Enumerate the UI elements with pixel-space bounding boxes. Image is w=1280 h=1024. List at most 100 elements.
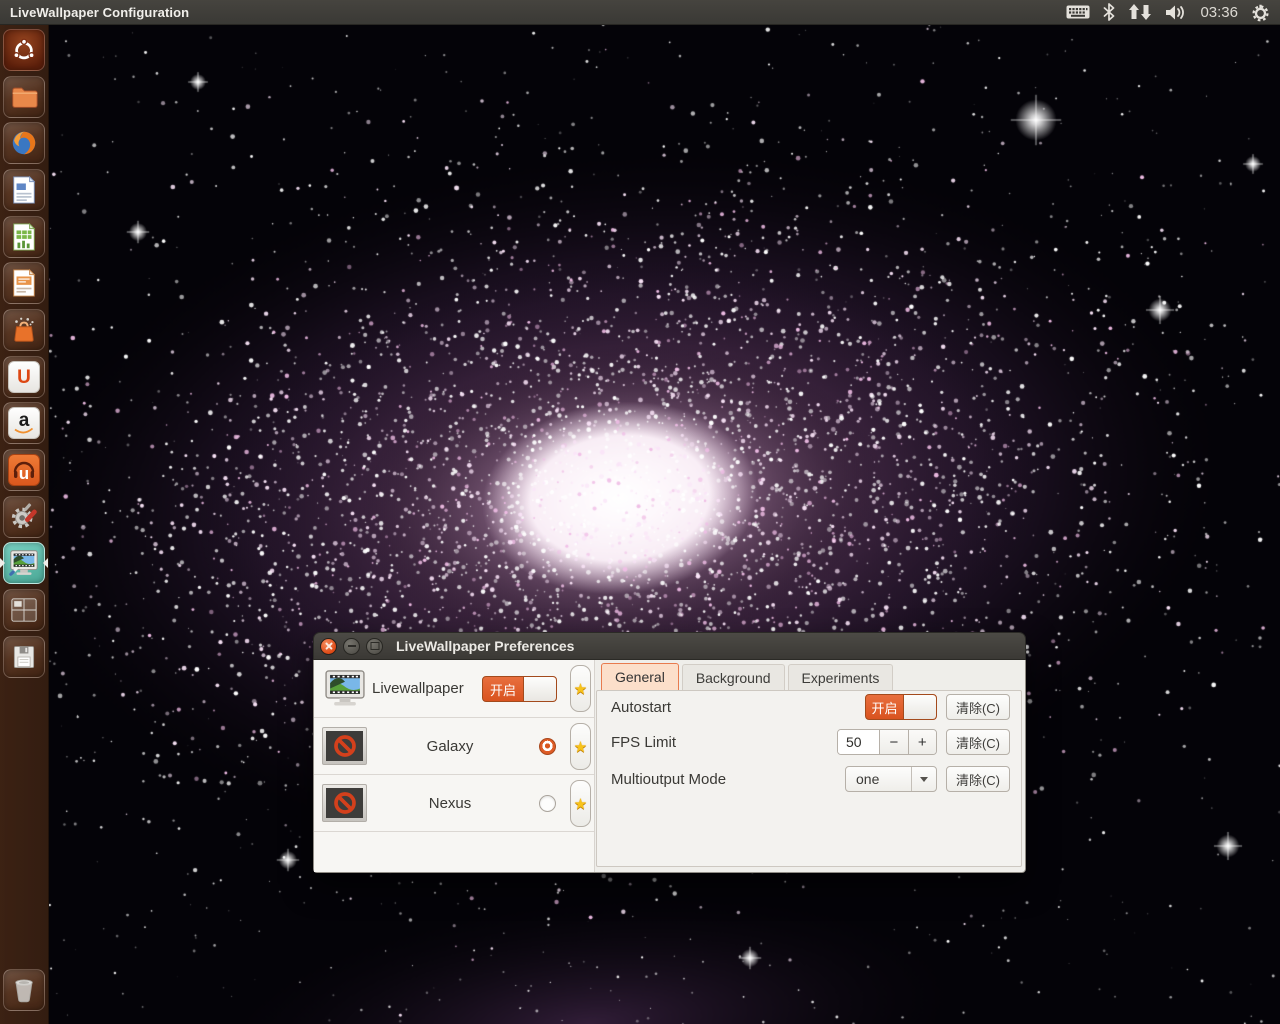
- running-indicator-arrow: [0, 558, 5, 568]
- gear-wrench-icon: [9, 502, 39, 532]
- trash-can-icon: [10, 975, 38, 1005]
- impress-presentation-icon: [10, 268, 38, 298]
- dialog-body: Livewallpaper 开启 ★ Galaxy: [313, 660, 1026, 873]
- window-title: LiveWallpaper Preferences: [396, 638, 574, 654]
- no-preview-icon: [332, 733, 358, 759]
- toggle-on-label: 开启: [866, 695, 903, 719]
- galaxy-favorite-button[interactable]: ★: [570, 723, 591, 770]
- fps-increment-button[interactable]: +: [908, 730, 936, 754]
- fps-spinbutton[interactable]: 50 − +: [837, 729, 937, 755]
- autostart-clear-button[interactable]: 清除(C): [946, 694, 1010, 720]
- ubuntu-logo-icon: [11, 37, 37, 63]
- minimize-button[interactable]: [343, 638, 360, 655]
- clock[interactable]: 03:36: [1200, 4, 1238, 21]
- ubuntu-one-glyph: U: [17, 368, 31, 387]
- writer-document-icon: [10, 175, 38, 205]
- tab-background[interactable]: Background: [682, 664, 785, 691]
- dropdown-arrow-segment: [911, 767, 936, 791]
- window-titlebar[interactable]: LiveWallpaper Preferences: [313, 632, 1026, 660]
- nexus-thumbnail: [322, 784, 367, 822]
- floppy-disk-icon: [10, 643, 38, 671]
- galaxy-wallpaper: [48, 24, 1280, 1024]
- toggle-knob: [523, 677, 556, 701]
- launcher-item-floppy-archive[interactable]: [3, 636, 45, 678]
- top-panel: LiveWallpaper Configuration 03:36: [0, 0, 1280, 25]
- plugin-label: Livewallpaper: [372, 660, 464, 717]
- bluetooth-icon[interactable]: [1103, 0, 1115, 24]
- no-preview-icon: [332, 790, 358, 816]
- launcher-item-system-settings[interactable]: [3, 496, 45, 538]
- galaxy-radio[interactable]: [539, 738, 556, 755]
- fps-value[interactable]: 50: [838, 730, 879, 754]
- star-icon: ★: [574, 680, 587, 698]
- plugin-enable-toggle[interactable]: 开启: [482, 676, 557, 702]
- settings-panel: General Background Experiments Autostart…: [594, 660, 1025, 872]
- autostart-label: Autostart: [611, 694, 671, 720]
- multioutput-row: Multioutput Mode one 清除(C): [597, 766, 1021, 792]
- launcher-item-firefox[interactable]: [3, 122, 45, 164]
- network-icon[interactable]: [1128, 0, 1152, 24]
- nexus-favorite-button[interactable]: ★: [570, 780, 591, 827]
- fps-decrement-button[interactable]: −: [879, 730, 907, 754]
- plugin-favorite-button[interactable]: ★: [570, 665, 591, 712]
- multioutput-value: one: [846, 771, 911, 787]
- tab-general[interactable]: General: [601, 663, 679, 691]
- plugin-row: Livewallpaper 开启 ★: [314, 660, 594, 718]
- livewallpaper-preferences-window: LiveWallpaper Preferences Livewallpaper …: [313, 632, 1026, 873]
- multioutput-clear-button[interactable]: 清除(C): [946, 766, 1010, 792]
- fps-limit-label: FPS Limit: [611, 729, 676, 755]
- headphones-icon: [11, 457, 37, 483]
- chevron-down-icon: [920, 777, 928, 782]
- folder-icon: [9, 82, 39, 112]
- star-icon: ★: [574, 795, 587, 813]
- launcher-item-amazon[interactable]: a: [3, 402, 45, 444]
- autostart-toggle[interactable]: 开启: [865, 694, 937, 720]
- launcher-item-trash[interactable]: [3, 969, 45, 1011]
- keyboard-icon[interactable]: [1066, 0, 1090, 24]
- indicator-tray: 03:36: [1066, 0, 1280, 24]
- fps-limit-row: FPS Limit 50 − + 清除(C): [597, 729, 1021, 755]
- desktop: LiveWallpaper Configuration 03:36: [0, 0, 1280, 1024]
- ubuntu-one-music-icon: u: [8, 454, 40, 486]
- wallpaper-label-nexus: Nexus: [370, 775, 530, 831]
- wallpaper-row-nexus[interactable]: Nexus ★: [314, 775, 594, 832]
- launcher-item-files[interactable]: [3, 76, 45, 118]
- launcher-item-libreoffice-calc[interactable]: [3, 216, 45, 258]
- wallpaper-row-galaxy[interactable]: Galaxy ★: [314, 718, 594, 775]
- launcher-item-dash-home[interactable]: [3, 29, 45, 71]
- unity-launcher: U a u: [0, 24, 49, 1024]
- app-title: LiveWallpaper Configuration: [10, 5, 189, 20]
- focused-indicator-arrow: [43, 558, 48, 568]
- volume-icon[interactable]: [1165, 0, 1187, 24]
- close-button[interactable]: [320, 638, 337, 655]
- galaxy-thumbnail: [322, 727, 367, 765]
- workspace-grid-icon: [9, 596, 39, 624]
- launcher-item-software-center[interactable]: [3, 309, 45, 351]
- multioutput-dropdown[interactable]: one: [845, 766, 937, 792]
- launcher-item-workspace-switcher[interactable]: [3, 589, 45, 631]
- maximize-button[interactable]: [366, 638, 383, 655]
- wallpaper-list-panel: Livewallpaper 开启 ★ Galaxy: [314, 660, 595, 872]
- toggle-on-label: 开启: [483, 677, 523, 701]
- amazon-icon: a: [8, 407, 40, 439]
- shopping-bag-icon: [9, 315, 39, 345]
- launcher-item-ubuntu-one[interactable]: U: [3, 356, 45, 398]
- autostart-row: Autostart 开启 清除(C): [597, 694, 1021, 720]
- tab-bar: General Background Experiments: [601, 663, 896, 691]
- tab-experiments[interactable]: Experiments: [788, 664, 894, 691]
- wallpaper-label-galaxy: Galaxy: [370, 718, 530, 774]
- firefox-icon: [9, 128, 39, 158]
- session-gear-icon[interactable]: [1251, 0, 1270, 24]
- toggle-knob: [903, 695, 936, 719]
- launcher-item-livewallpaper[interactable]: [3, 542, 45, 584]
- nexus-radio[interactable]: [539, 795, 556, 812]
- amazon-smile-arrow: [14, 428, 34, 435]
- ubuntu-one-icon: U: [8, 361, 40, 393]
- multioutput-label: Multioutput Mode: [611, 766, 726, 792]
- fps-clear-button[interactable]: 清除(C): [946, 729, 1010, 755]
- calc-spreadsheet-icon: [10, 222, 38, 252]
- livewallpaper-plugin-icon: [322, 667, 368, 710]
- launcher-item-ubuntu-one-music[interactable]: u: [3, 449, 45, 491]
- launcher-item-libreoffice-writer[interactable]: [3, 169, 45, 211]
- launcher-item-libreoffice-impress[interactable]: [3, 262, 45, 304]
